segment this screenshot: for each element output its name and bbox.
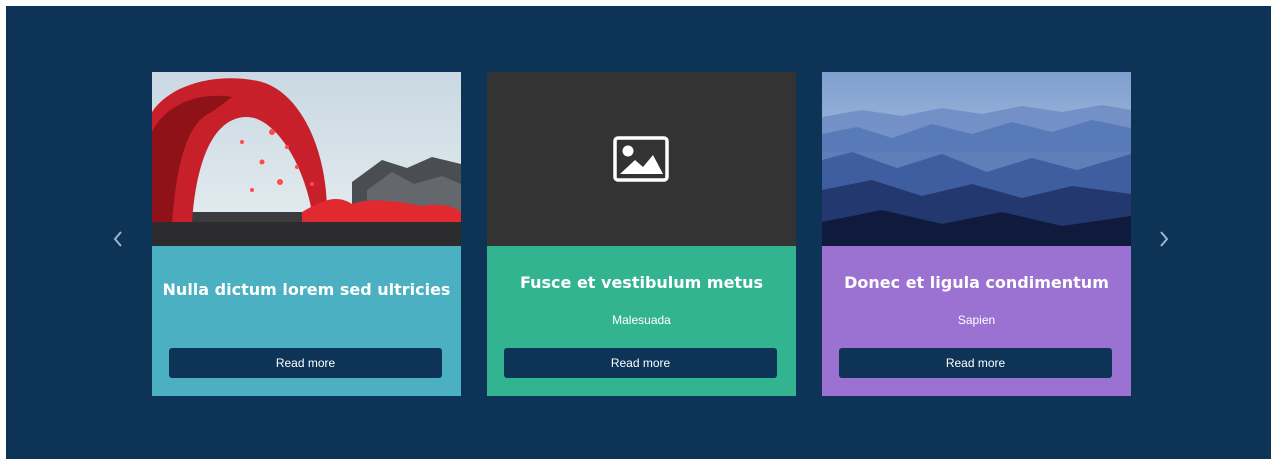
- blue-mountains-photo: [822, 72, 1131, 246]
- image-placeholder: [487, 72, 796, 246]
- carousel-next-button[interactable]: [1149, 224, 1179, 254]
- volcano-lava-photo: [152, 72, 461, 246]
- card-mountains: Donec et ligula condimentum Sapien Read …: [822, 72, 1131, 396]
- chevron-right-icon: [1160, 231, 1169, 247]
- card-body: Nulla dictum lorem sed ultricies Read mo…: [152, 246, 461, 396]
- card-subtitle: Sapien: [957, 313, 996, 327]
- chevron-left-icon: [113, 231, 122, 247]
- card-body: Donec et ligula condimentum Sapien Read …: [822, 246, 1131, 396]
- card-title: Nulla dictum lorem sed ultricies: [162, 280, 451, 299]
- card-subtitle: Malesuada: [612, 313, 671, 327]
- card-title: Donec et ligula condimentum: [844, 273, 1109, 292]
- card-volcano: Nulla dictum lorem sed ultricies Read mo…: [152, 72, 461, 396]
- image-placeholder-icon: [613, 136, 669, 182]
- carousel-prev-button[interactable]: [103, 224, 133, 254]
- card-placeholder: Fusce et vestibulum metus Malesuada Read…: [487, 72, 796, 396]
- card-title: Fusce et vestibulum metus: [519, 273, 763, 292]
- card-body: Fusce et vestibulum metus Malesuada Read…: [487, 246, 796, 396]
- carousel-section: Nulla dictum lorem sed ultricies Read mo…: [6, 6, 1271, 459]
- read-more-button[interactable]: Read more: [504, 348, 777, 378]
- read-more-button[interactable]: Read more: [839, 348, 1112, 378]
- read-more-button[interactable]: Read more: [169, 348, 442, 378]
